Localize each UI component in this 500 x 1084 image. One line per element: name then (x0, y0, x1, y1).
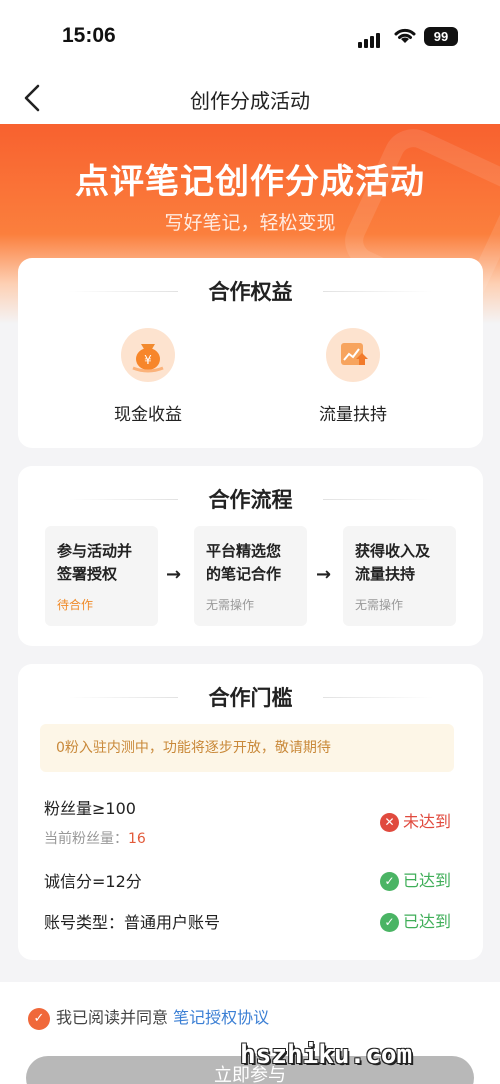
svg-text:¥: ¥ (144, 353, 152, 367)
signal-icon (358, 29, 382, 48)
current-fans-label: 当前粉丝量： (44, 831, 128, 847)
traffic-chart-icon (326, 328, 380, 382)
status-bar: 15:06 99 (0, 0, 500, 72)
process-step-1: 参与活动并签署授权 待合作 (45, 526, 158, 626)
step-title: 参与活动并签署授权 (57, 542, 133, 583)
threshold-card: 合作门槛 0粉入驻内测中，功能将逐步开放，敬请期待 粉丝量≥100 当前粉丝量：… (18, 664, 483, 960)
status-text: 已达到 (403, 912, 452, 931)
step-title: 获得收入及流量扶持 (355, 542, 431, 583)
benefits-card: 合作权益 ¥ 现金收益 流量扶持 (18, 258, 483, 448)
benefit-item-traffic: 流量扶持 (293, 328, 413, 425)
money-bag-icon: ¥ (121, 328, 175, 382)
status-badge: ✓ 已达到 (380, 867, 451, 891)
check-circle-icon: ✓ (380, 913, 399, 932)
process-title: 合作流程 (208, 488, 293, 512)
notice-banner: 0粉入驻内测中，功能将逐步开放，敬请期待 (40, 724, 454, 772)
requirement-fans-label: 粉丝量≥100 (44, 799, 136, 818)
current-fans-value: 16 (128, 831, 146, 847)
agree-text: 我已阅读并同意 (56, 1008, 169, 1027)
benefit-item-cash: ¥ 现金收益 (88, 328, 208, 425)
threshold-title: 合作门槛 (208, 686, 293, 710)
wifi-icon (393, 26, 417, 48)
arrow-icon: → (316, 564, 332, 585)
battery-icon: 99 (424, 27, 458, 46)
status-badge: ✓ 已达到 (380, 908, 451, 932)
check-circle-icon: ✓ (380, 872, 399, 891)
step-status: 无需操作 (355, 598, 404, 612)
nav-bar: 创作分成活动 (0, 72, 500, 124)
hero-subtitle: 写好笔记，轻松变现 (164, 212, 336, 234)
benefits-title: 合作权益 (208, 280, 293, 304)
requirement-account-label: 账号类型：普通用户账号 (44, 913, 221, 932)
process-step-3: 获得收入及流量扶持 无需操作 (343, 526, 456, 626)
step-status: 无需操作 (206, 598, 255, 612)
status-badge: ✕ 未达到 (380, 808, 451, 832)
status-text: 未达到 (403, 812, 452, 831)
agreement-link[interactable]: 笔记授权协议 (173, 1008, 269, 1027)
status-time: 15:06 (62, 24, 116, 47)
agreement-row: ✓ 我已阅读并同意 笔记授权协议 (28, 1004, 269, 1030)
agree-checkbox[interactable]: ✓ (28, 1007, 50, 1030)
step-status: 待合作 (57, 598, 94, 612)
page-title: 创作分成活动 (190, 89, 310, 113)
arrow-icon: → (166, 564, 182, 585)
requirement-credit-label: 诚信分=12分 (44, 872, 142, 891)
hero-title: 点评笔记创作分成活动 (75, 162, 425, 202)
benefit-label-cash: 现金收益 (114, 405, 182, 425)
benefit-label-traffic: 流量扶持 (319, 405, 387, 425)
watermark: hszhiku.com (240, 1040, 413, 1070)
x-circle-icon: ✕ (380, 813, 399, 832)
status-text: 已达到 (403, 871, 452, 890)
process-step-2: 平台精选您的笔记合作 无需操作 (194, 526, 307, 626)
step-title: 平台精选您的笔记合作 (206, 542, 282, 583)
process-card: 合作流程 参与活动并签署授权 待合作 → 平台精选您的笔记合作 无需操作 → 获… (18, 466, 483, 646)
requirement-fans-current: 当前粉丝量：16 (44, 828, 146, 848)
